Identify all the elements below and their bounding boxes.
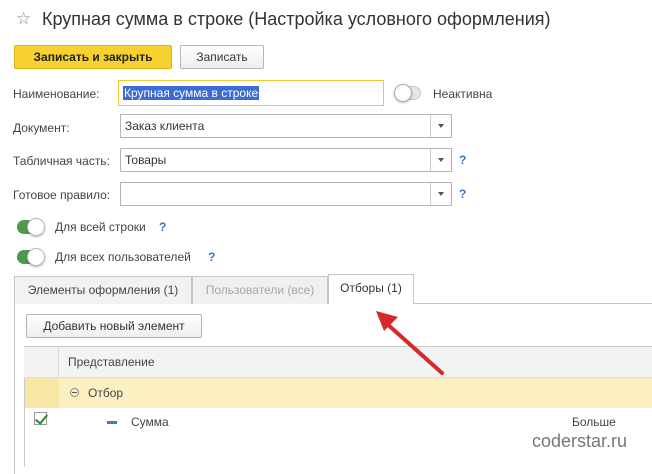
save-and-close-button[interactable]: Записать и закрыть bbox=[14, 45, 172, 69]
name-value: Крупная сумма в строке bbox=[123, 86, 260, 100]
table-part-label: Табличная часть: bbox=[13, 154, 110, 168]
name-label: Наименование: bbox=[13, 87, 100, 101]
minus-icon bbox=[107, 421, 117, 424]
ready-rule-help-icon[interactable]: ? bbox=[459, 186, 466, 202]
filter-field-label: Сумма bbox=[131, 415, 169, 429]
header-check-column bbox=[24, 347, 59, 377]
ready-rule-label: Готовое правило: bbox=[13, 188, 111, 202]
chevron-down-icon[interactable] bbox=[430, 149, 451, 171]
column-header-representation: Представление bbox=[68, 355, 155, 369]
document-value: Заказ клиента bbox=[125, 119, 205, 133]
document-label: Документ: bbox=[13, 121, 70, 135]
inactive-toggle[interactable] bbox=[394, 84, 421, 102]
save-button[interactable]: Записать bbox=[180, 45, 264, 69]
add-new-element-button[interactable]: Добавить новый элемент bbox=[26, 314, 202, 338]
whole-row-help-icon[interactable]: ? bbox=[159, 219, 166, 235]
inactive-label: Неактивна bbox=[433, 87, 493, 101]
toggle-knob bbox=[394, 84, 412, 102]
all-users-help-icon[interactable]: ? bbox=[208, 249, 215, 265]
name-field[interactable]: Крупная сумма в строке bbox=[118, 80, 384, 106]
window-title: Крупная сумма в строке (Настройка условн… bbox=[42, 9, 551, 29]
collapse-icon[interactable] bbox=[70, 388, 79, 397]
chevron-down-icon[interactable] bbox=[430, 115, 451, 137]
all-users-label: Для всех пользователей bbox=[55, 250, 191, 264]
document-select[interactable]: Заказ клиента bbox=[120, 114, 452, 138]
all-users-toggle[interactable] bbox=[17, 248, 45, 266]
table-part-select[interactable]: Товары bbox=[120, 148, 452, 172]
row-check-cell bbox=[25, 378, 59, 408]
group-row-label: Отбор bbox=[88, 386, 124, 400]
toggle-knob bbox=[27, 218, 45, 236]
favorite-star-icon[interactable]: ☆ bbox=[16, 9, 31, 29]
chevron-down-icon[interactable] bbox=[430, 183, 451, 205]
filter-comparison-label: Больше bbox=[572, 415, 616, 429]
toggle-knob bbox=[27, 248, 45, 266]
tab-filters[interactable]: Отборы (1) bbox=[328, 274, 414, 304]
whole-row-label: Для всей строки bbox=[55, 220, 146, 234]
watermark: coderstar.ru bbox=[532, 431, 628, 451]
checkbox-checked-icon[interactable] bbox=[34, 412, 47, 425]
whole-row-toggle[interactable] bbox=[17, 218, 45, 236]
table-part-value: Товары bbox=[125, 153, 167, 167]
tab-users: Пользователи (все) bbox=[192, 276, 328, 304]
table-header: Представление bbox=[24, 347, 652, 378]
red-arrow-annotation bbox=[376, 311, 444, 375]
tab-appearance-elements[interactable]: Элементы оформления (1) bbox=[14, 276, 192, 304]
ready-rule-select[interactable] bbox=[120, 182, 452, 206]
table-part-help-icon[interactable]: ? bbox=[459, 152, 466, 168]
